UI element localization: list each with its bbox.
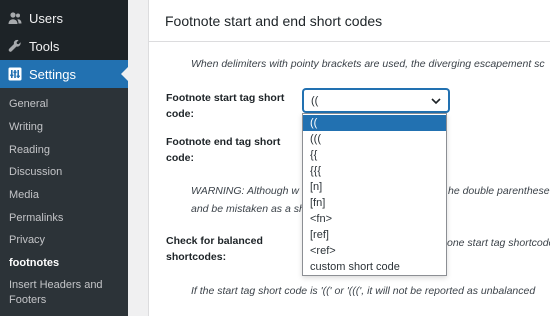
submenu-insert-headers-cont[interactable]: Footers [9,294,46,306]
menu-users[interactable]: Users [0,4,128,32]
start-tag-label-line1: Footnote start tag short [166,92,285,104]
warning-text-line1: WARNING: Although w [191,185,299,197]
option-double-brace[interactable]: {{ [303,147,446,163]
menu-tools-label: Tools [29,38,60,54]
option-bracket-ref[interactable]: [ref] [303,227,446,243]
option-triple-paren[interactable]: ((( [303,131,446,147]
balanced-hint: one start tag shortcode, [447,237,550,249]
chevron-down-icon [430,95,442,107]
balanced-label-line2: shortcodes: [166,251,227,263]
end-tag-label-line1: Footnote end tag short [166,136,281,148]
submenu-discussion[interactable]: Discussion [9,166,62,178]
submenu-insert-headers[interactable]: Insert Headers and [9,279,103,291]
section-title: Footnote start and end short codes [165,13,383,29]
submenu-general[interactable]: General [9,98,48,110]
option-double-paren[interactable]: (( [303,115,446,131]
option-bracket-fn[interactable]: [fn] [303,195,446,211]
end-tag-label-line2: code: [166,152,195,164]
option-triple-brace[interactable]: {{{ [303,163,446,179]
start-tag-label-line2: code: [166,108,195,120]
admin-sidebar: Users Tools Settings General Writing Rea… [0,0,128,316]
submenu-privacy[interactable]: Privacy [9,234,45,246]
option-angle-fn[interactable]: <fn> [303,211,446,227]
menu-settings[interactable]: Settings [0,60,128,88]
option-angle-ref[interactable]: <ref> [303,243,446,259]
balanced-label-line1: Check for balanced [166,235,263,247]
warning-text-line1-end: he double parenthese [448,185,550,197]
start-tag-select-value: (( [311,94,319,107]
option-custom-short-code[interactable]: custom short code [303,259,446,275]
section-header: Footnote start and end short codes [148,0,550,42]
submenu-writing[interactable]: Writing [9,121,43,133]
menu-users-label: Users [29,10,63,26]
settings-icon [8,67,22,81]
menu-tools[interactable]: Tools [0,32,128,60]
delimiter-description: When delimiters with pointy brackets are… [191,58,545,70]
submenu-media[interactable]: Media [9,189,39,201]
submenu-footnotes[interactable]: footnotes [9,257,59,269]
option-bracket-n[interactable]: [n] [303,179,446,195]
submenu-permalinks[interactable]: Permalinks [9,212,63,224]
submenu-reading[interactable]: Reading [9,144,50,156]
start-tag-dropdown-list: (( ((( {{ {{{ [n] [fn] <fn> [ref] <ref> … [302,113,447,276]
settings-submenu: General Writing Reading Discussion Media… [0,88,128,316]
start-tag-select[interactable]: (( [303,89,449,112]
users-icon [8,11,22,25]
bottom-description: If the start tag short code is '((' or '… [191,285,536,297]
wrench-icon [8,39,22,53]
warning-text-line2: and be mistaken as a sh [191,203,305,215]
menu-settings-label: Settings [29,66,76,82]
